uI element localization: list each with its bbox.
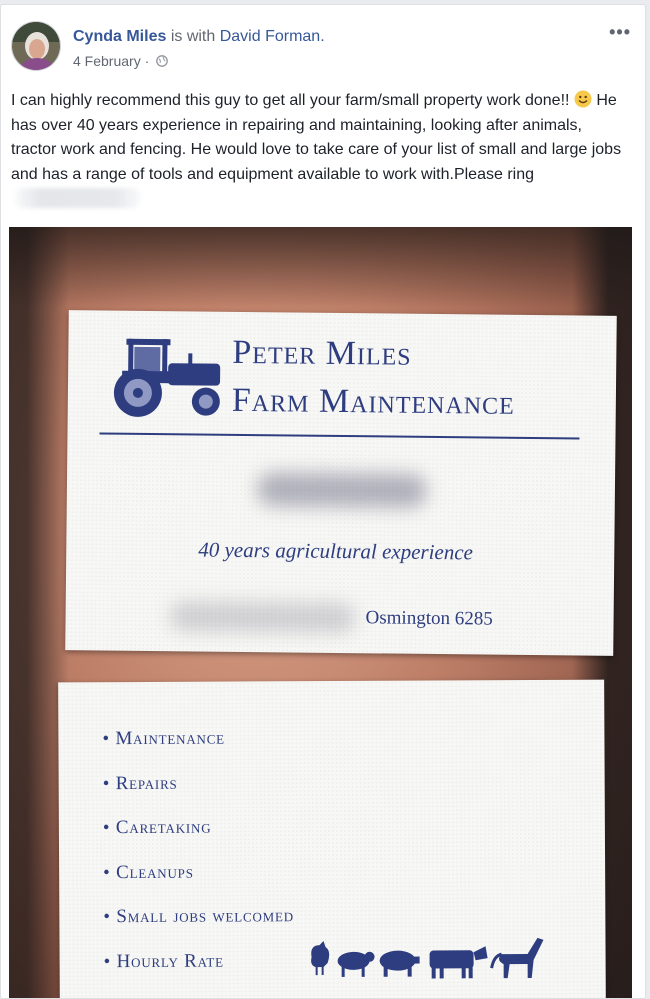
card-business: Farm Maintenance [231,381,516,422]
service-item: • Cleanups [103,861,194,883]
card-location: Osmington 6285 [365,607,493,630]
service-item: • Small jobs welcomed [103,905,294,928]
post-text-part1: I can highly recommend this guy to get a… [11,92,574,109]
meta-separator: · [144,53,150,69]
farm-animals-icon [311,937,544,979]
business-card-front: Peter Miles Farm Maintenance 40 years ag… [65,310,617,656]
post-meta: 4 February · [73,52,169,70]
post-text: I can highly recommend this guy to get a… [11,89,631,212]
facebook-post: Cynda Miles is with David Forman. 4 Febr… [0,4,646,999]
smiley-emoji-icon [574,90,592,108]
business-card-back: • Maintenance • Repairs • Caretaking • Clean… [58,679,606,998]
author-name[interactable]: Cynda Miles [73,28,166,45]
redacted-phone-number [256,472,428,508]
redacted-phone [15,188,141,208]
tagged-friend[interactable]: David Forman. [220,28,325,45]
service-item: • Hourly Rate [103,950,224,972]
card-divider [99,432,580,440]
redacted-address [169,601,356,634]
post-photo[interactable]: Peter Miles Farm Maintenance 40 years ag… [9,227,632,998]
post-date[interactable]: 4 February [73,53,141,69]
with-text: is with [170,28,216,45]
service-item: • Maintenance [102,727,225,750]
service-item: • Repairs [102,772,178,794]
service-item: • Caretaking [102,816,212,839]
photo-shadow-top [9,227,632,307]
tractor-icon [113,338,221,417]
post-author-line: Cynda Miles is with David Forman. [73,27,325,47]
card-tagline: 40 years agricultural experience [198,537,474,565]
public-globe-icon[interactable] [156,53,169,67]
more-options-icon[interactable]: ••• [609,23,631,41]
author-avatar[interactable] [11,21,61,71]
card-name: Peter Miles [232,333,412,373]
services-list: • Maintenance • Repairs • Caretaking • Clean… [102,727,294,995]
post-header: Cynda Miles is with David Forman. 4 Febr… [11,21,635,81]
